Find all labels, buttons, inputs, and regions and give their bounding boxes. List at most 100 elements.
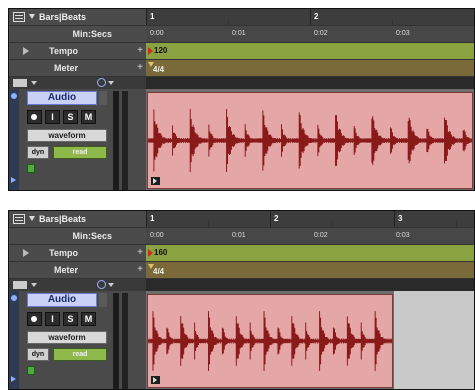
dyn-button[interactable]: dyn [27,146,49,159]
dropdown-triangle-icon[interactable] [31,81,37,85]
clock-icon[interactable] [97,280,106,289]
edit-window-tempo-120: Bars|Beats 1 2 Min:Secs 0:00 0:01 0:02 0… [8,8,475,191]
track-menu-arrow[interactable] [99,293,107,307]
audio-track-playlist[interactable] [146,291,474,389]
input-monitor-button[interactable]: I [45,110,60,124]
audio-track-playlist[interactable] [146,89,474,190]
level-meter [113,91,119,190]
min-secs-ruler[interactable]: 0:00 0:01 0:02 0:03 [146,228,474,245]
meter-ruler-header[interactable]: Meter + [9,262,146,279]
meter-ruler[interactable]: 4/4 [146,262,474,279]
mute-button[interactable]: M [81,110,96,124]
bar-number: 2 [274,214,279,223]
waveform [148,108,472,173]
min-secs-ruler-header[interactable]: Min:Secs [9,26,146,43]
add-tempo-button[interactable]: + [137,45,143,56]
expand-triangle-icon[interactable] [11,177,16,183]
tempo-label: Tempo [49,46,78,56]
bar-number: 1 [150,214,155,223]
min-secs-ruler-header[interactable]: Min:Secs [9,228,146,245]
clock-icon[interactable] [97,78,106,87]
track-list-header [9,279,146,291]
track-name-field[interactable]: Audio [27,293,97,307]
tempo-ruler-row: Tempo + 160 [9,245,474,262]
dropdown-triangle-icon[interactable] [108,81,114,85]
add-meter-button[interactable]: + [137,62,143,73]
track-view-icon[interactable] [13,281,27,289]
expand-triangle-icon[interactable] [23,47,29,55]
audio-track-header: Audio I S M waveform dyn read [9,291,146,389]
tempo-marker-icon[interactable] [148,47,153,55]
tempo-ruler[interactable]: 160 [146,245,474,262]
waveform [148,311,392,371]
empty-playlist-area[interactable] [394,291,474,389]
clip-icon [151,177,160,185]
edit-window-tempo-160: Bars|Beats 1 2 3 Min:Secs 0:00 0:01 0:02… [8,210,475,390]
tempo-marker-icon[interactable] [148,249,153,257]
bars-beats-ruler-row: Bars|Beats 1 2 3 [9,211,474,228]
add-tempo-button[interactable]: + [137,247,143,258]
tempo-value: 120 [154,46,168,55]
timebase-icon[interactable] [27,164,35,173]
tempo-label: Tempo [49,248,78,258]
expand-triangle-icon[interactable] [11,376,16,382]
add-meter-button[interactable]: + [137,264,143,275]
time-label: 0:02 [314,30,328,37]
track-view-icon[interactable] [13,79,27,87]
record-enable-button[interactable] [27,312,42,326]
dropdown-triangle-icon[interactable] [31,283,37,287]
bars-beats-ruler-header[interactable]: Bars|Beats [9,211,146,228]
track-color-strip [9,291,19,389]
level-meter [122,91,128,190]
min-secs-label: Min:Secs [72,231,112,241]
min-secs-ruler-row: Min:Secs 0:00 0:01 0:02 0:03 [9,228,474,245]
expand-triangle-icon[interactable] [23,249,29,257]
bar-line [394,211,395,227]
meter-ruler[interactable]: 4/4 [146,60,474,77]
automation-mode-selector[interactable]: read [53,348,107,361]
dyn-button[interactable]: dyn [27,348,49,361]
bar-number: 1 [150,12,155,21]
audio-clip[interactable] [147,294,393,388]
bars-beats-label: Bars|Beats [39,214,87,224]
time-label: 0:01 [232,232,246,239]
track-menu-arrow[interactable] [99,91,107,105]
dropdown-triangle-icon[interactable] [108,283,114,287]
tempo-ruler[interactable]: 120 [146,43,474,60]
audio-clip[interactable] [147,92,473,189]
bar-line [146,211,147,227]
time-label: 0:02 [314,232,328,239]
bars-beats-ruler[interactable]: 1 2 3 [146,211,474,228]
tempo-ruler-header[interactable]: Tempo + [9,245,146,262]
time-label: 0:03 [396,232,410,239]
bar-number: 2 [314,12,319,21]
beat-tick [228,19,229,25]
automation-mode-selector[interactable]: read [53,146,107,159]
bar-number: 3 [398,214,403,223]
min-secs-label: Min:Secs [72,29,112,39]
time-label: 0:00 [150,232,164,239]
meter-ruler-row: Meter + 4/4 [9,60,474,77]
input-monitor-button[interactable]: I [45,312,60,326]
timebase-icon[interactable] [27,366,35,375]
dropdown-triangle-icon[interactable] [29,216,35,221]
meter-value: 4/4 [153,65,165,74]
bars-beats-ruler-header[interactable]: Bars|Beats [9,9,146,26]
track-view-selector[interactable]: waveform [27,129,107,142]
solo-button[interactable]: S [63,110,78,124]
ruler-menu-icon[interactable] [13,12,25,22]
mute-button[interactable]: M [81,312,96,326]
beat-tick [392,19,393,25]
track-name-field[interactable]: Audio [27,91,97,105]
dropdown-triangle-icon[interactable] [29,14,35,19]
time-label: 0:01 [232,30,246,37]
min-secs-ruler[interactable]: 0:00 0:01 0:02 0:03 [146,26,474,43]
meter-ruler-header[interactable]: Meter + [9,60,146,77]
track-view-selector[interactable]: waveform [27,331,107,344]
bars-beats-ruler[interactable]: 1 2 [146,9,474,26]
record-enable-button[interactable] [27,110,42,124]
solo-button[interactable]: S [63,312,78,326]
tempo-ruler-header[interactable]: Tempo + [9,43,146,60]
ruler-menu-icon[interactable] [13,214,25,224]
track-indicator-icon [11,295,17,301]
